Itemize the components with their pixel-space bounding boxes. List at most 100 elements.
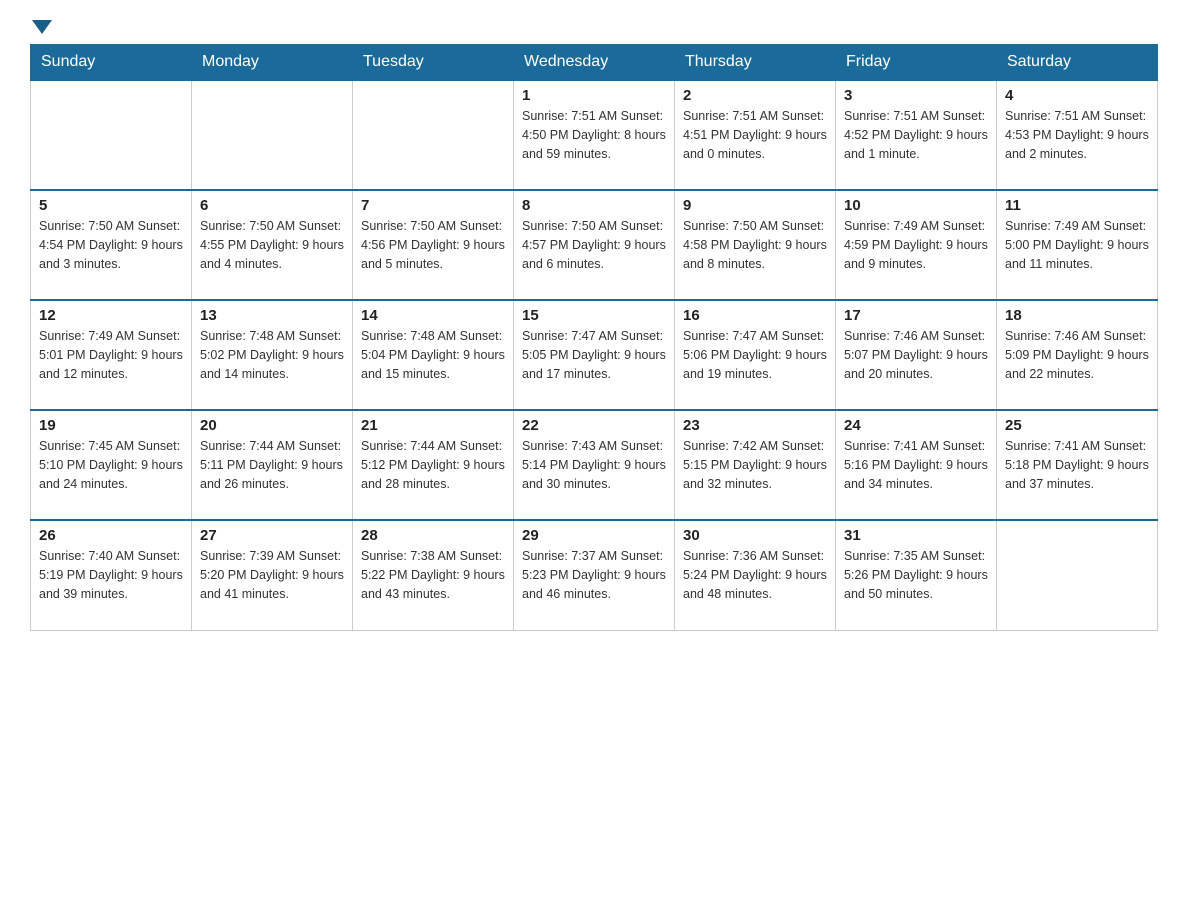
day-number: 16 <box>683 307 827 324</box>
day-number: 3 <box>844 87 988 104</box>
day-of-week-header: Friday <box>836 45 997 81</box>
day-of-week-header: Saturday <box>997 45 1158 81</box>
calendar-day-cell: 7 Sunrise: 7:50 AM Sunset: 4:56 PM Daylig… <box>353 190 514 300</box>
calendar-day-cell: 13 Sunrise: 7:48 AM Sunset: 5:02 PM Dayli… <box>192 300 353 410</box>
day-number: 26 <box>39 527 183 544</box>
calendar-day-cell: 2 Sunrise: 7:51 AM Sunset: 4:51 PM Daylig… <box>675 80 836 190</box>
day-sun-info: Sunrise: 7:36 AM Sunset: 5:24 PM Dayligh… <box>683 547 827 603</box>
day-sun-info: Sunrise: 7:44 AM Sunset: 5:12 PM Dayligh… <box>361 437 505 493</box>
calendar-day-cell: 21 Sunrise: 7:44 AM Sunset: 5:12 PM Dayli… <box>353 410 514 520</box>
day-sun-info: Sunrise: 7:44 AM Sunset: 5:11 PM Dayligh… <box>200 437 344 493</box>
calendar-day-cell: 24Sunrise: 7:41 AM Sunset: 5:16 PM Dayli… <box>836 410 997 520</box>
day-sun-info: Sunrise: 7:51 AM Sunset: 4:52 PM Dayligh… <box>844 107 988 163</box>
day-sun-info: Sunrise: 7:40 AM Sunset: 5:19 PM Dayligh… <box>39 547 183 603</box>
day-sun-info: Sunrise: 7:48 AM Sunset: 5:02 PM Dayligh… <box>200 327 344 383</box>
day-number: 29 <box>522 527 666 544</box>
calendar-day-cell: 30 Sunrise: 7:36 AM Sunset: 5:24 PM Dayli… <box>675 520 836 630</box>
day-number: 10 <box>844 197 988 214</box>
calendar-week-row: 1 Sunrise: 7:51 AM Sunset: 4:50 PM Daylig… <box>31 80 1158 190</box>
calendar-table: SundayMondayTuesdayWednesdayThursdayFrid… <box>30 44 1158 631</box>
day-sun-info: Sunrise: 7:39 AM Sunset: 5:20 PM Dayligh… <box>200 547 344 603</box>
calendar-day-cell: 12Sunrise: 7:49 AM Sunset: 5:01 PM Dayli… <box>31 300 192 410</box>
calendar-day-cell: 26 Sunrise: 7:40 AM Sunset: 5:19 PM Dayli… <box>31 520 192 630</box>
day-sun-info: Sunrise: 7:50 AM Sunset: 4:57 PM Dayligh… <box>522 217 666 273</box>
day-sun-info: Sunrise: 7:42 AM Sunset: 5:15 PM Dayligh… <box>683 437 827 493</box>
day-number: 2 <box>683 87 827 104</box>
calendar-day-cell: 3 Sunrise: 7:51 AM Sunset: 4:52 PM Daylig… <box>836 80 997 190</box>
day-number: 8 <box>522 197 666 214</box>
day-number: 15 <box>522 307 666 324</box>
day-number: 9 <box>683 197 827 214</box>
day-header-row: SundayMondayTuesdayWednesdayThursdayFrid… <box>31 45 1158 81</box>
day-number: 19 <box>39 417 183 434</box>
day-sun-info: Sunrise: 7:46 AM Sunset: 5:07 PM Dayligh… <box>844 327 988 383</box>
day-sun-info: Sunrise: 7:45 AM Sunset: 5:10 PM Dayligh… <box>39 437 183 493</box>
calendar-day-cell <box>997 520 1158 630</box>
day-number: 5 <box>39 197 183 214</box>
calendar-day-cell: 11Sunrise: 7:49 AM Sunset: 5:00 PM Dayli… <box>997 190 1158 300</box>
calendar-day-cell: 6 Sunrise: 7:50 AM Sunset: 4:55 PM Daylig… <box>192 190 353 300</box>
calendar-week-row: 19 Sunrise: 7:45 AM Sunset: 5:10 PM Dayli… <box>31 410 1158 520</box>
calendar-day-cell: 5 Sunrise: 7:50 AM Sunset: 4:54 PM Daylig… <box>31 190 192 300</box>
calendar-week-row: 12Sunrise: 7:49 AM Sunset: 5:01 PM Dayli… <box>31 300 1158 410</box>
day-sun-info: Sunrise: 7:50 AM Sunset: 4:54 PM Dayligh… <box>39 217 183 273</box>
calendar-day-cell: 20 Sunrise: 7:44 AM Sunset: 5:11 PM Dayli… <box>192 410 353 520</box>
calendar-day-cell: 15Sunrise: 7:47 AM Sunset: 5:05 PM Dayli… <box>514 300 675 410</box>
calendar-day-cell: 9 Sunrise: 7:50 AM Sunset: 4:58 PM Daylig… <box>675 190 836 300</box>
calendar-day-cell: 10Sunrise: 7:49 AM Sunset: 4:59 PM Dayli… <box>836 190 997 300</box>
day-number: 14 <box>361 307 505 324</box>
day-sun-info: Sunrise: 7:51 AM Sunset: 4:51 PM Dayligh… <box>683 107 827 163</box>
day-number: 4 <box>1005 87 1149 104</box>
day-number: 27 <box>200 527 344 544</box>
calendar-day-cell: 29 Sunrise: 7:37 AM Sunset: 5:23 PM Dayli… <box>514 520 675 630</box>
calendar-day-cell: 18 Sunrise: 7:46 AM Sunset: 5:09 PM Dayli… <box>997 300 1158 410</box>
day-sun-info: Sunrise: 7:50 AM Sunset: 4:58 PM Dayligh… <box>683 217 827 273</box>
calendar-week-row: 5 Sunrise: 7:50 AM Sunset: 4:54 PM Daylig… <box>31 190 1158 300</box>
calendar-day-cell: 19 Sunrise: 7:45 AM Sunset: 5:10 PM Dayli… <box>31 410 192 520</box>
day-number: 20 <box>200 417 344 434</box>
day-sun-info: Sunrise: 7:49 AM Sunset: 5:01 PM Dayligh… <box>39 327 183 383</box>
calendar-day-cell: 28Sunrise: 7:38 AM Sunset: 5:22 PM Dayli… <box>353 520 514 630</box>
calendar-week-row: 26 Sunrise: 7:40 AM Sunset: 5:19 PM Dayli… <box>31 520 1158 630</box>
calendar-day-cell: 27 Sunrise: 7:39 AM Sunset: 5:20 PM Dayli… <box>192 520 353 630</box>
logo-arrow-icon <box>32 20 52 34</box>
calendar-day-cell: 1 Sunrise: 7:51 AM Sunset: 4:50 PM Daylig… <box>514 80 675 190</box>
calendar-day-cell: 31 Sunrise: 7:35 AM Sunset: 5:26 PM Dayli… <box>836 520 997 630</box>
calendar-day-cell: 25Sunrise: 7:41 AM Sunset: 5:18 PM Dayli… <box>997 410 1158 520</box>
day-sun-info: Sunrise: 7:46 AM Sunset: 5:09 PM Dayligh… <box>1005 327 1149 383</box>
day-of-week-header: Wednesday <box>514 45 675 81</box>
day-sun-info: Sunrise: 7:50 AM Sunset: 4:56 PM Dayligh… <box>361 217 505 273</box>
day-sun-info: Sunrise: 7:48 AM Sunset: 5:04 PM Dayligh… <box>361 327 505 383</box>
day-sun-info: Sunrise: 7:50 AM Sunset: 4:55 PM Dayligh… <box>200 217 344 273</box>
calendar-day-cell <box>353 80 514 190</box>
day-number: 7 <box>361 197 505 214</box>
calendar-day-cell: 14 Sunrise: 7:48 AM Sunset: 5:04 PM Dayli… <box>353 300 514 410</box>
calendar-day-cell: 8 Sunrise: 7:50 AM Sunset: 4:57 PM Daylig… <box>514 190 675 300</box>
day-of-week-header: Tuesday <box>353 45 514 81</box>
calendar-day-cell: 23Sunrise: 7:42 AM Sunset: 5:15 PM Dayli… <box>675 410 836 520</box>
day-number: 21 <box>361 417 505 434</box>
calendar-day-cell: 22Sunrise: 7:43 AM Sunset: 5:14 PM Dayli… <box>514 410 675 520</box>
day-sun-info: Sunrise: 7:49 AM Sunset: 5:00 PM Dayligh… <box>1005 217 1149 273</box>
day-of-week-header: Sunday <box>31 45 192 81</box>
day-sun-info: Sunrise: 7:35 AM Sunset: 5:26 PM Dayligh… <box>844 547 988 603</box>
day-number: 31 <box>844 527 988 544</box>
calendar-day-cell: 4 Sunrise: 7:51 AM Sunset: 4:53 PM Daylig… <box>997 80 1158 190</box>
day-number: 22 <box>522 417 666 434</box>
day-number: 18 <box>1005 307 1149 324</box>
calendar-day-cell <box>31 80 192 190</box>
calendar-day-cell: 17 Sunrise: 7:46 AM Sunset: 5:07 PM Dayli… <box>836 300 997 410</box>
day-of-week-header: Thursday <box>675 45 836 81</box>
day-number: 24 <box>844 417 988 434</box>
day-sun-info: Sunrise: 7:37 AM Sunset: 5:23 PM Dayligh… <box>522 547 666 603</box>
day-number: 1 <box>522 87 666 104</box>
day-sun-info: Sunrise: 7:51 AM Sunset: 4:50 PM Dayligh… <box>522 107 666 163</box>
day-number: 6 <box>200 197 344 214</box>
day-sun-info: Sunrise: 7:51 AM Sunset: 4:53 PM Dayligh… <box>1005 107 1149 163</box>
day-number: 30 <box>683 527 827 544</box>
day-of-week-header: Monday <box>192 45 353 81</box>
day-number: 25 <box>1005 417 1149 434</box>
calendar-day-cell: 16Sunrise: 7:47 AM Sunset: 5:06 PM Dayli… <box>675 300 836 410</box>
day-number: 13 <box>200 307 344 324</box>
day-number: 17 <box>844 307 988 324</box>
